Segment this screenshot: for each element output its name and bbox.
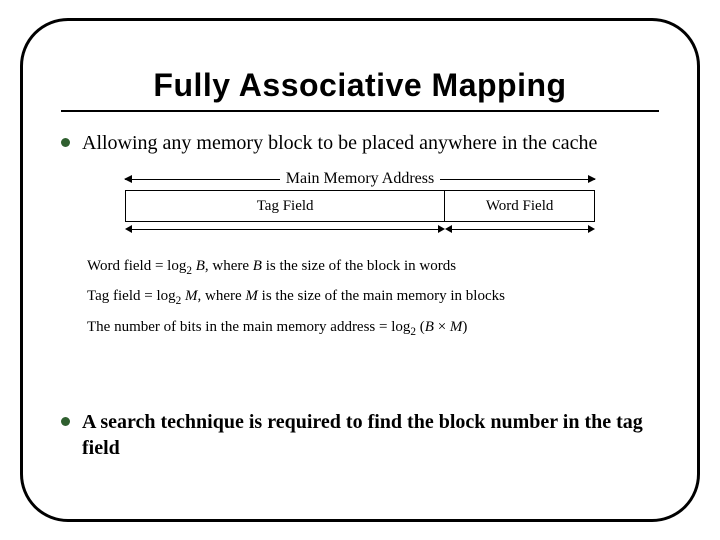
slide: Fully Associative Mapping Allowing any m… (0, 0, 720, 540)
text: The number of bits in the main memory ad… (87, 319, 410, 335)
var: B (192, 258, 205, 274)
arrow-left-icon (125, 174, 280, 184)
var: B (425, 319, 434, 335)
bullet-icon (61, 138, 70, 147)
tag-width-arrow-icon (125, 224, 445, 234)
bullet-icon (61, 417, 70, 426)
title-underline (61, 110, 659, 112)
text: is the size of the block in words (262, 258, 456, 274)
word-width-arrow-icon (445, 224, 595, 234)
text: × (434, 319, 450, 335)
word-field-cell: Word Field (445, 191, 594, 221)
tag-field-cell: Tag Field (126, 191, 445, 221)
spacer (61, 343, 659, 403)
text: Tag field = log (87, 288, 176, 304)
bullet-text: A search technique is required to find t… (82, 409, 659, 461)
arrow-right-icon (440, 174, 595, 184)
bullet-item: Allowing any memory block to be placed a… (61, 130, 659, 156)
text: is the size of the main memory in blocks (258, 288, 505, 304)
formula-word-field: Word field = log2 B, where B is the size… (87, 252, 659, 282)
field-width-arrows (125, 224, 595, 234)
main-memory-address-label: Main Memory Address (280, 170, 440, 188)
text: ) (462, 319, 467, 335)
bullet-item: A search technique is required to find t… (61, 409, 659, 461)
var: M (245, 288, 258, 304)
memory-address-diagram: Main Memory Address Tag Field Word Field (125, 170, 595, 234)
var: M (181, 288, 197, 304)
var: B (253, 258, 262, 274)
text: ( (416, 319, 425, 335)
bullet-text: Allowing any memory block to be placed a… (82, 130, 597, 156)
slide-frame: Fully Associative Mapping Allowing any m… (20, 18, 700, 522)
var: M (450, 319, 463, 335)
slide-title: Fully Associative Mapping (61, 67, 659, 104)
formula-block: Word field = log2 B, where B is the size… (87, 252, 659, 343)
diagram-top-label: Main Memory Address (125, 170, 595, 188)
formula-tag-field: Tag field = log2 M, where M is the size … (87, 282, 659, 312)
formula-address-bits: The number of bits in the main memory ad… (87, 313, 659, 343)
field-box: Tag Field Word Field (125, 190, 595, 222)
text: , where (198, 288, 246, 304)
text: Word field = log (87, 258, 186, 274)
text: , where (205, 258, 253, 274)
